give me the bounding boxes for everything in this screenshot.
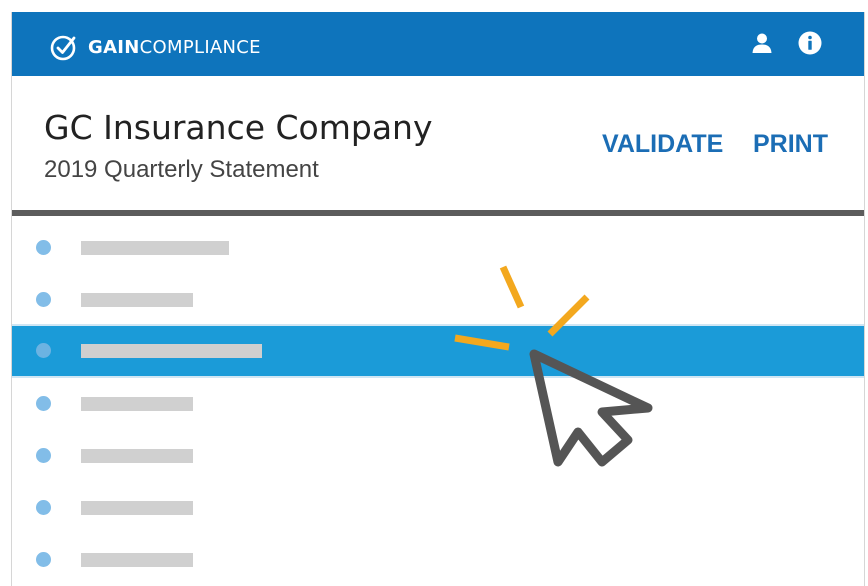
- brand-name-light: COMPLIANCE: [139, 37, 261, 58]
- brand-logo-text: GAINCOMPLIANCE: [88, 37, 261, 58]
- bullet-icon: [36, 240, 51, 255]
- placeholder-text-bar: [81, 241, 229, 255]
- header-divider: [12, 210, 864, 216]
- placeholder-text-bar: [81, 397, 193, 411]
- list-item[interactable]: [12, 534, 864, 586]
- brand-name-bold: GAIN: [88, 37, 140, 58]
- check-circle-logo-icon: [50, 35, 76, 61]
- list-item[interactable]: [12, 482, 864, 534]
- company-name: GC Insurance Company: [44, 108, 433, 147]
- bullet-icon: [36, 343, 51, 358]
- placeholder-text-bar: [81, 449, 193, 463]
- placeholder-text-bar: [81, 344, 262, 358]
- bullet-icon: [36, 500, 51, 515]
- bullet-icon: [36, 448, 51, 463]
- placeholder-text-bar: [81, 553, 193, 567]
- placeholder-text-bar: [81, 293, 193, 307]
- list-item[interactable]: [12, 274, 864, 326]
- section-list: [12, 222, 864, 586]
- validate-button[interactable]: VALIDATE: [602, 130, 723, 159]
- bullet-icon: [36, 396, 51, 411]
- user-icon[interactable]: [750, 31, 774, 55]
- list-item-selected[interactable]: [12, 324, 864, 378]
- list-item[interactable]: [12, 222, 864, 274]
- info-icon[interactable]: [798, 31, 822, 55]
- bullet-icon: [36, 292, 51, 307]
- list-item[interactable]: [12, 378, 864, 430]
- placeholder-text-bar: [81, 501, 193, 515]
- print-button[interactable]: PRINT: [753, 130, 828, 159]
- page-header: GC Insurance Company 2019 Quarterly Stat…: [12, 76, 864, 210]
- app-window: GAINCOMPLIANCE GC Insurance Company 2019…: [11, 12, 865, 586]
- list-item[interactable]: [12, 430, 864, 482]
- top-nav-bar: GAINCOMPLIANCE: [12, 12, 864, 76]
- statement-title: 2019 Quarterly Statement: [44, 156, 319, 183]
- bullet-icon: [36, 552, 51, 567]
